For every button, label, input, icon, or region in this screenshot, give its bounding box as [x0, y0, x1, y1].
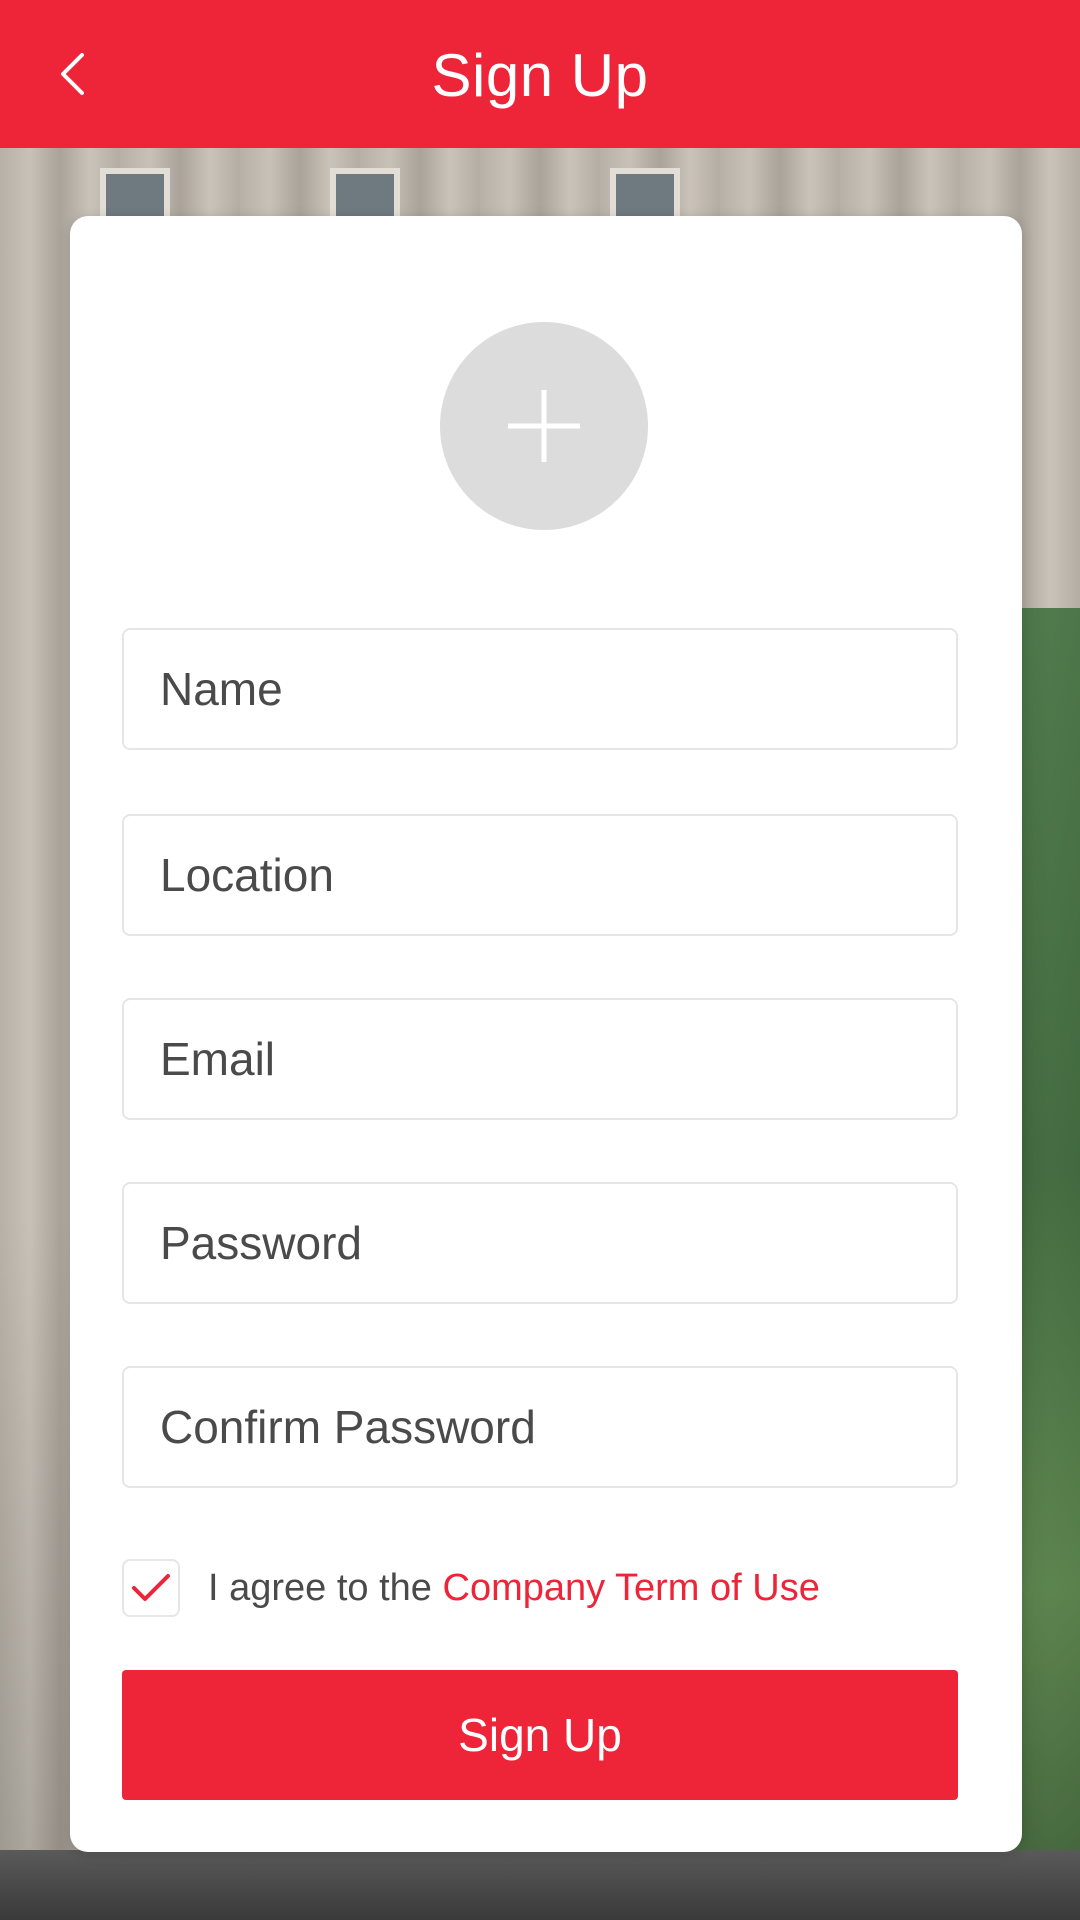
terms-checkbox-row[interactable]: I agree to the Company Term of Use — [122, 1556, 820, 1620]
name-field[interactable]: Name — [122, 628, 958, 750]
email-placeholder: Email — [160, 1033, 276, 1085]
terms-prefix: I agree to the — [208, 1566, 443, 1609]
plus-icon — [508, 390, 580, 462]
email-field[interactable]: Email — [122, 998, 958, 1120]
back-button[interactable] — [52, 48, 92, 100]
location-placeholder: Location — [160, 849, 334, 901]
chevron-left-icon — [61, 53, 84, 95]
signup-modal: Name Location Email Password Confirm Pas… — [70, 216, 1022, 1852]
password-placeholder: Password — [160, 1217, 362, 1269]
name-placeholder: Name — [160, 663, 283, 715]
background-street — [0, 1850, 1080, 1920]
terms-label: I agree to the Company Term of Use — [208, 1567, 820, 1610]
confirm-password-placeholder: Confirm Password — [160, 1401, 536, 1453]
terms-checkbox[interactable] — [122, 1559, 180, 1617]
location-field[interactable]: Location — [122, 814, 958, 936]
checkmark-icon — [132, 1574, 170, 1601]
app-bar: Sign Up — [0, 0, 1080, 148]
add-photo-button[interactable] — [440, 322, 648, 530]
confirm-password-field[interactable]: Confirm Password — [122, 1366, 958, 1488]
terms-link[interactable]: Company Term of Use — [443, 1567, 820, 1609]
password-field[interactable]: Password — [122, 1182, 958, 1304]
page-title: Sign Up — [431, 42, 649, 109]
sign-up-button[interactable]: Sign Up — [122, 1670, 958, 1800]
